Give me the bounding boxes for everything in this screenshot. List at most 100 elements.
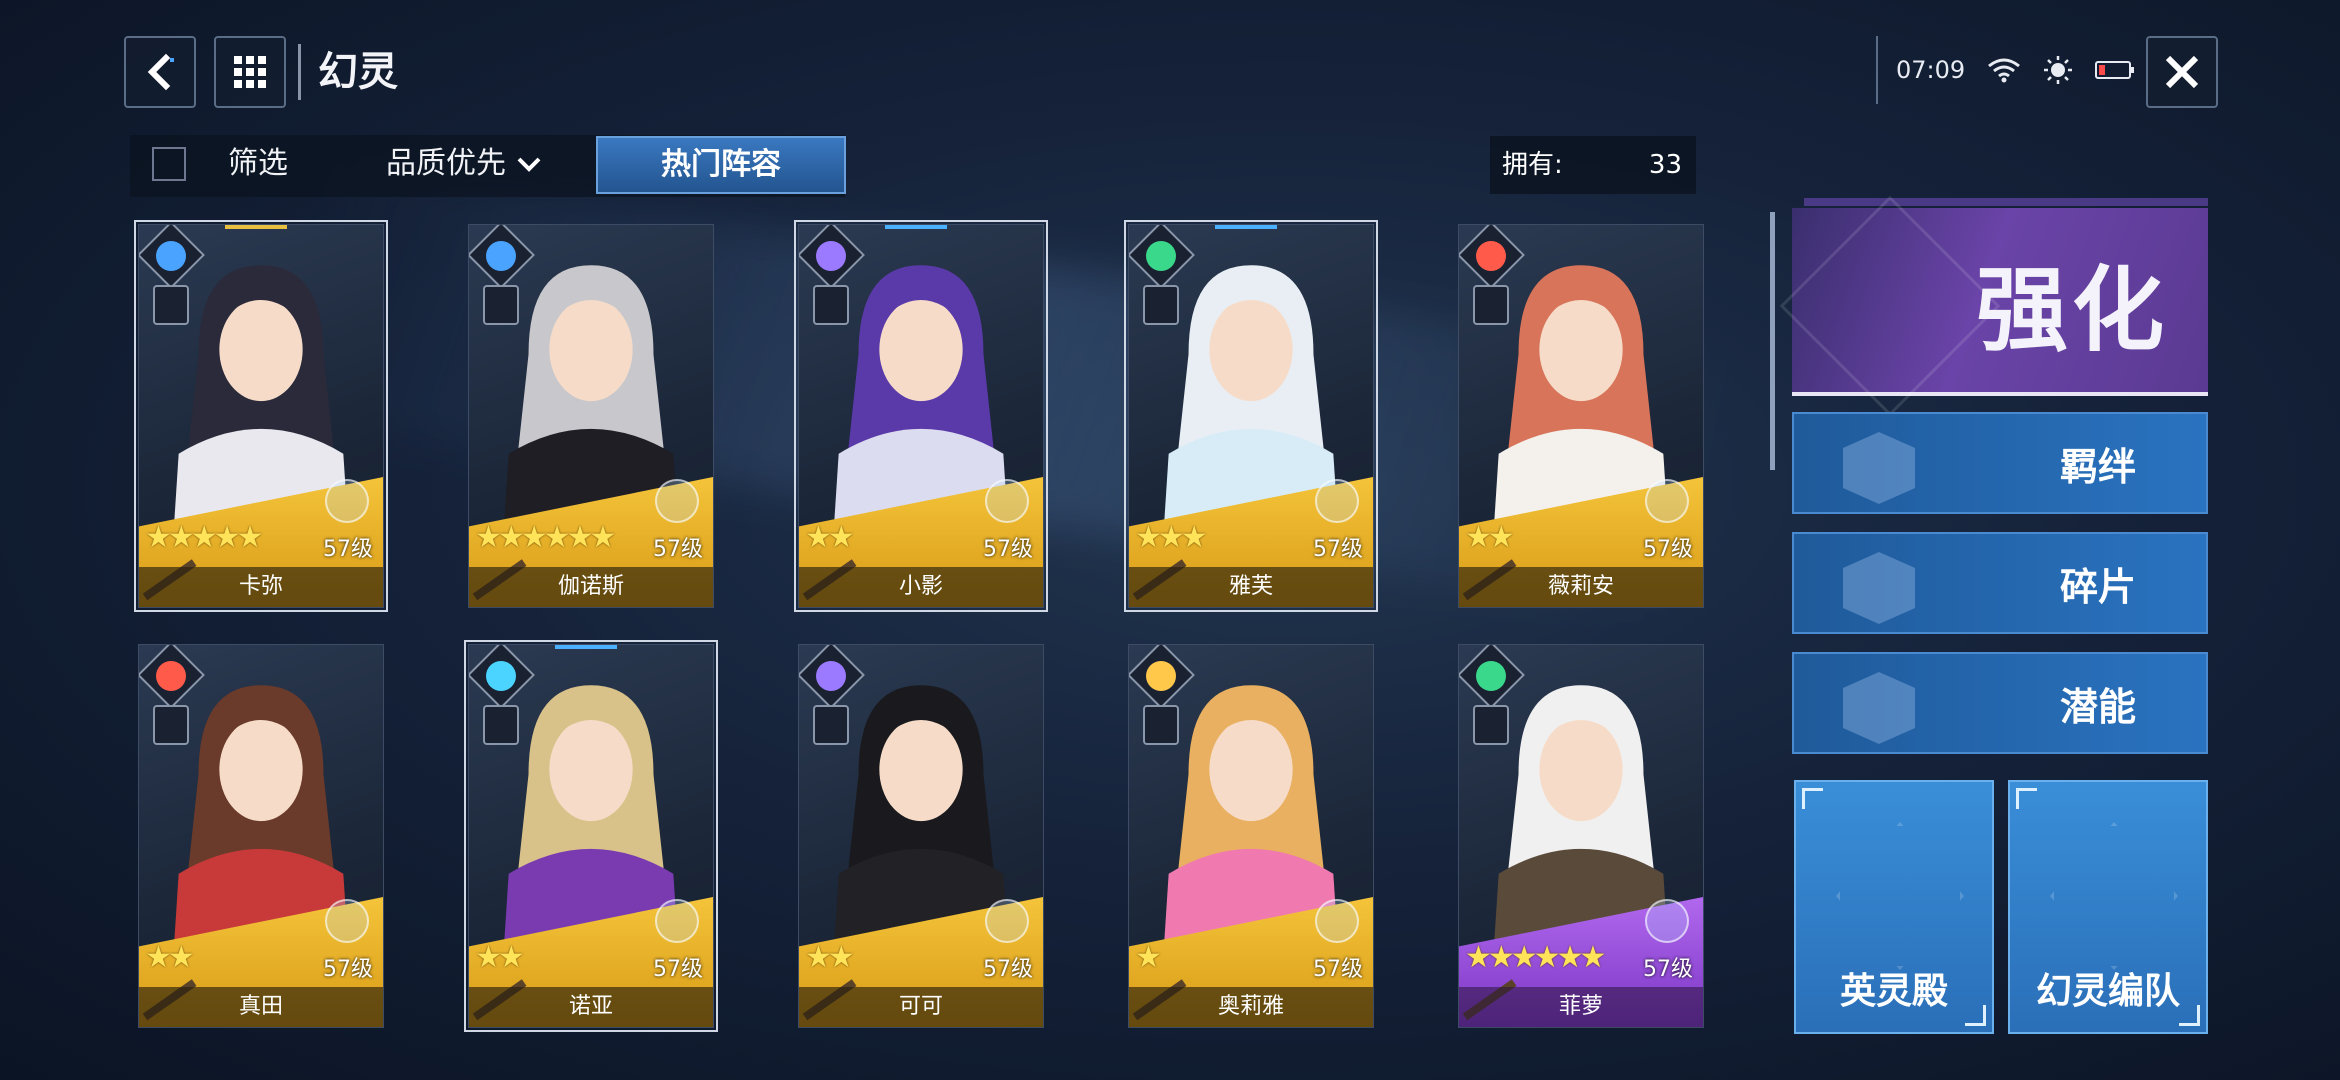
element-glyph <box>816 241 846 271</box>
character-card[interactable]: ★★ 57级 薇莉安 <box>1458 224 1704 608</box>
character-card[interactable]: ★★★ 57级 雅芙 <box>1124 220 1378 612</box>
bond-button[interactable]: 羁绊 <box>1792 412 2208 514</box>
gem-icon <box>325 479 369 523</box>
potential-button[interactable]: 潜能 <box>1792 652 2208 754</box>
gem-icon <box>1645 899 1689 943</box>
list-scrollbar[interactable] <box>1770 212 1775 470</box>
back-button[interactable] <box>124 36 196 108</box>
character-level: 57级 <box>323 537 373 562</box>
gem-icon <box>985 479 1029 523</box>
selection-highlight <box>555 645 617 649</box>
battery-icon <box>2095 61 2135 79</box>
character-level: 57级 <box>653 957 703 982</box>
character-name: 薇莉安 <box>1459 567 1703 607</box>
character-name: 真田 <box>139 987 383 1027</box>
class-icon <box>483 705 519 745</box>
owned-counter: 拥有: 33 <box>1490 136 1696 194</box>
character-card[interactable]: ★★ 57级 可可 <box>798 644 1044 1028</box>
character-name: 伽诺斯 <box>469 567 713 607</box>
hall-label: 英灵殿 <box>1839 971 1948 1012</box>
character-level: 57级 <box>653 537 703 562</box>
character-name: 奥莉雅 <box>1129 987 1373 1027</box>
brightness-icon[interactable] <box>2043 55 2073 85</box>
gem-icon <box>1315 479 1359 523</box>
character-card[interactable]: ★★★★★★ 57级 伽诺斯 <box>468 224 714 608</box>
class-icon <box>483 285 519 325</box>
class-icon <box>813 285 849 325</box>
sort-dropdown[interactable]: 品质优先 <box>386 140 542 188</box>
star-rating: ★★ <box>475 940 525 975</box>
close-button[interactable] <box>2146 36 2218 108</box>
character-name: 可可 <box>799 987 1043 1027</box>
element-glyph <box>486 241 516 271</box>
hall-button[interactable]: 英灵殿 <box>1794 780 1994 1034</box>
character-level: 57级 <box>323 957 373 982</box>
class-icon <box>813 705 849 745</box>
character-card[interactable]: ★★ 57级 小影 <box>794 220 1048 612</box>
element-glyph <box>156 661 186 691</box>
character-card[interactable]: ★★ 57级 真田 <box>138 644 384 1028</box>
star-rating: ★★ <box>1465 520 1515 555</box>
back-arrow-icon <box>147 53 174 91</box>
gem-icon <box>655 899 699 943</box>
element-glyph <box>1146 661 1176 691</box>
team-emblem-icon <box>2050 822 2178 970</box>
character-card[interactable]: ★ 57级 奥莉雅 <box>1128 644 1374 1028</box>
filter-label[interactable]: 筛选 <box>228 140 288 188</box>
character-level: 57级 <box>983 957 1033 982</box>
gem-icon <box>985 899 1029 943</box>
hall-emblem-icon <box>1836 822 1964 970</box>
owned-label: 拥有: <box>1502 150 1563 180</box>
character-level: 57级 <box>1313 537 1363 562</box>
class-icon <box>153 285 189 325</box>
selection-highlight <box>885 225 947 229</box>
element-glyph <box>816 661 846 691</box>
character-name: 诺亚 <box>469 987 713 1027</box>
page-title: 幻灵 <box>318 49 398 95</box>
character-level: 57级 <box>1643 537 1693 562</box>
title-divider <box>298 44 301 100</box>
fragment-button[interactable]: 碎片 <box>1792 532 2208 634</box>
upgrade-button[interactable]: 强化 <box>1779 195 2208 417</box>
corner-mark <box>2016 788 2037 809</box>
selection-highlight <box>225 225 287 229</box>
character-name: 雅芙 <box>1129 567 1373 607</box>
status-bar: 07:09 <box>1876 36 2146 104</box>
character-card[interactable]: ★★★★★★ 57级 菲萝 <box>1458 644 1704 1028</box>
star-rating: ★★ <box>805 520 855 555</box>
element-glyph <box>1146 241 1176 271</box>
team-label: 幻灵编队 <box>2035 971 2180 1012</box>
character-level: 57级 <box>1313 957 1363 982</box>
filter-checkbox[interactable] <box>152 147 186 181</box>
class-icon <box>1143 285 1179 325</box>
element-glyph <box>1476 241 1506 271</box>
character-name: 小影 <box>799 567 1043 607</box>
sort-label: 品质优先 <box>386 146 506 181</box>
potential-label: 潜能 <box>2059 685 2136 729</box>
upgrade-emblem-icon <box>1779 195 2001 417</box>
character-card[interactable]: ★★★★★ 57级 卡弥 <box>134 220 388 612</box>
star-rating: ★ <box>1135 940 1162 975</box>
gem-icon <box>1315 899 1359 943</box>
hot-lineup-button[interactable]: 热门阵容 <box>596 136 846 194</box>
grid-menu-button[interactable] <box>214 36 286 108</box>
star-rating: ★★ <box>805 940 855 975</box>
star-rating: ★★★ <box>1135 520 1208 555</box>
star-rating: ★★★★★ <box>145 520 264 555</box>
corner-mark <box>1802 788 1823 809</box>
bond-label: 羁绊 <box>2059 445 2136 489</box>
team-button[interactable]: 幻灵编队 <box>2008 780 2208 1034</box>
character-name: 菲萝 <box>1459 987 1703 1027</box>
grid-menu-icon <box>234 56 266 88</box>
element-glyph <box>156 241 186 271</box>
class-icon <box>1143 705 1179 745</box>
star-rating: ★★★★★★ <box>1465 940 1606 975</box>
element-glyph <box>1476 661 1506 691</box>
chevron-down-icon <box>517 157 541 172</box>
class-icon <box>1473 285 1509 325</box>
selection-highlight <box>1215 225 1277 229</box>
character-card[interactable]: ★★ 57级 诺亚 <box>464 640 718 1032</box>
class-icon <box>1473 705 1509 745</box>
class-icon <box>153 705 189 745</box>
character-level: 57级 <box>983 537 1033 562</box>
